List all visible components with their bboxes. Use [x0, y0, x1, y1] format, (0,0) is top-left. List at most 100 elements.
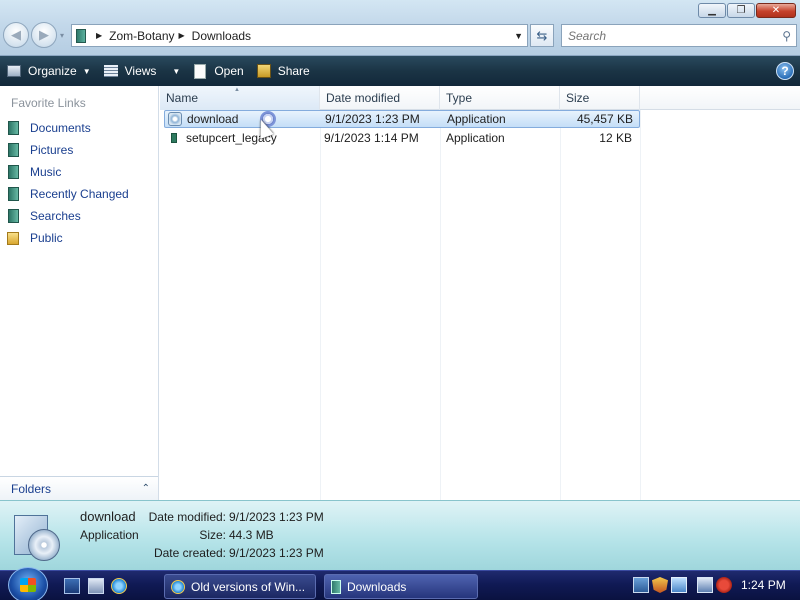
address-dropdown-icon[interactable]: ▼	[514, 31, 523, 41]
file-row-setupcert-legacy[interactable]: setupcert_legacy 9/1/2023 1:14 PM Applic…	[164, 129, 640, 147]
views-label: Views	[124, 64, 157, 78]
search-box[interactable]: ⚲	[561, 24, 797, 47]
taskbar-item-downloads[interactable]: Downloads	[324, 574, 478, 599]
search-input[interactable]	[568, 28, 768, 43]
internet-explorer-icon	[171, 579, 185, 594]
details-size-value: 44.3 MB	[229, 528, 274, 542]
column-header-row: ▲ Name Date modified Type Size	[160, 86, 800, 110]
application-icon	[166, 130, 182, 146]
close-icon: ✕	[771, 4, 781, 16]
volume-muted-icon[interactable]	[716, 577, 732, 593]
back-button[interactable]: ◀	[3, 22, 29, 48]
sidebar-item-label: Searches	[30, 209, 81, 223]
breadcrumb-arrow-icon[interactable]: ▶	[96, 31, 102, 40]
organize-button[interactable]: Organize ▼	[0, 58, 97, 84]
network-icon[interactable]	[697, 577, 713, 593]
share-icon	[256, 63, 272, 79]
back-arrow-icon: ◀	[11, 27, 21, 42]
breadcrumb-zom-botany[interactable]: Zom-Botany	[109, 29, 174, 43]
sidebar-item-label: Pictures	[30, 143, 74, 157]
hardware-icon[interactable]	[671, 577, 687, 593]
column-header-type[interactable]: Type	[440, 86, 560, 110]
sidebar-item-music[interactable]: Music	[5, 163, 61, 181]
switch-windows-icon[interactable]	[88, 578, 104, 594]
column-header-date-modified[interactable]: Date modified	[320, 86, 440, 110]
computer-location-icon	[76, 28, 86, 43]
favorite-links-heading: Favorite Links	[11, 96, 86, 110]
installer-icon	[167, 111, 183, 127]
address-bar[interactable]: ▶ Zom-Botany ▶ Downloads ▼	[71, 24, 528, 47]
chevron-up-icon: ⌃	[141, 483, 150, 494]
sort-ascending-icon: ▲	[234, 87, 240, 93]
taskbar: Old versions of Win... Downloads 1:24 PM	[0, 567, 800, 600]
start-button[interactable]	[8, 567, 48, 600]
file-date-cell: 9/1/2023 1:23 PM	[325, 112, 420, 126]
details-date-modified-label: Date modified:	[148, 510, 226, 524]
search-icon[interactable]: ⚲	[782, 29, 791, 43]
minimize-button[interactable]: ▁	[698, 3, 726, 18]
refresh-button[interactable]: ⇆	[530, 24, 554, 47]
open-button[interactable]: Open	[186, 58, 249, 84]
sidebar-item-label: Documents	[30, 121, 91, 135]
folders-toggle[interactable]: Folders ⌃	[0, 476, 158, 500]
column-header-size[interactable]: Size	[560, 86, 640, 110]
clock[interactable]: 1:24 PM	[741, 578, 786, 592]
column-header-label: Size	[566, 91, 590, 105]
show-desktop-icon[interactable]	[64, 578, 80, 594]
file-row-download[interactable]: download 9/1/2023 1:23 PM Application 45…	[164, 110, 640, 128]
help-icon[interactable]: ?	[776, 62, 794, 80]
pictures-icon	[5, 142, 21, 158]
organize-label: Organize	[28, 64, 77, 78]
internet-explorer-icon[interactable]	[111, 578, 127, 594]
documents-icon	[5, 120, 21, 136]
network-share-icon[interactable]	[633, 577, 649, 593]
navigation-pane: Favorite Links Documents Pictures Music …	[0, 86, 159, 500]
column-divider	[320, 110, 321, 500]
details-size-label: Size:	[199, 528, 226, 542]
window-titlebar: ▁ ❐ ✕ ◀ ▶ ▾ ▶ Zom-Botany ▶ Downloads ▼ ⇆…	[0, 0, 800, 56]
details-date-modified-value: 9/1/2023 1:23 PM	[229, 510, 324, 524]
minimize-icon: ▁	[708, 4, 716, 16]
recently-changed-icon	[5, 186, 21, 202]
column-header-name[interactable]: ▲ Name	[160, 86, 320, 110]
views-button[interactable]: Views ▼	[97, 58, 187, 84]
sidebar-item-documents[interactable]: Documents	[5, 119, 91, 137]
recent-pages-dropdown[interactable]: ▾	[60, 31, 64, 40]
column-header-label: Date modified	[326, 91, 401, 105]
sidebar-item-public[interactable]: Public	[5, 229, 63, 247]
sidebar-item-searches[interactable]: Searches	[5, 207, 81, 225]
sidebar-item-recently-changed[interactable]: Recently Changed	[5, 185, 129, 203]
sidebar-item-label: Recently Changed	[30, 187, 129, 201]
taskbar-item-label: Old versions of Win...	[191, 579, 306, 594]
chevron-down-icon[interactable]: ▼	[172, 67, 180, 76]
file-size-cell: 12 KB	[599, 131, 632, 145]
close-button[interactable]: ✕	[756, 3, 796, 18]
details-date-created-label: Date created:	[153, 546, 226, 560]
breadcrumb-arrow-icon[interactable]: ▶	[179, 31, 185, 40]
windows-logo-icon	[20, 578, 36, 592]
file-type-cell: Application	[447, 112, 506, 126]
security-shield-icon[interactable]	[652, 577, 668, 593]
command-bar: Organize ▼ Views ▼ Open Share	[0, 56, 800, 86]
file-size-cell: 45,457 KB	[576, 112, 633, 126]
folder-icon	[331, 579, 341, 594]
searches-icon	[5, 208, 21, 224]
column-header-label: Name	[166, 91, 199, 105]
open-icon	[192, 63, 208, 79]
column-divider	[440, 110, 441, 500]
share-button[interactable]: Share	[250, 58, 316, 84]
public-folder-icon	[5, 230, 21, 246]
sidebar-item-label: Music	[30, 165, 62, 179]
taskbar-item-browser[interactable]: Old versions of Win...	[164, 574, 316, 599]
refresh-icon: ⇆	[536, 27, 548, 43]
chevron-down-icon: ▼	[82, 66, 91, 76]
maximize-button[interactable]: ❐	[727, 3, 755, 18]
breadcrumb-downloads[interactable]: Downloads	[192, 29, 251, 43]
file-name: download	[187, 112, 239, 126]
file-name-cell: setupcert_legacy	[164, 130, 320, 146]
forward-button[interactable]: ▶	[31, 22, 57, 48]
sidebar-item-pictures[interactable]: Pictures	[5, 141, 73, 159]
column-divider	[640, 110, 641, 500]
organize-icon	[6, 63, 22, 79]
share-label: Share	[277, 64, 310, 78]
